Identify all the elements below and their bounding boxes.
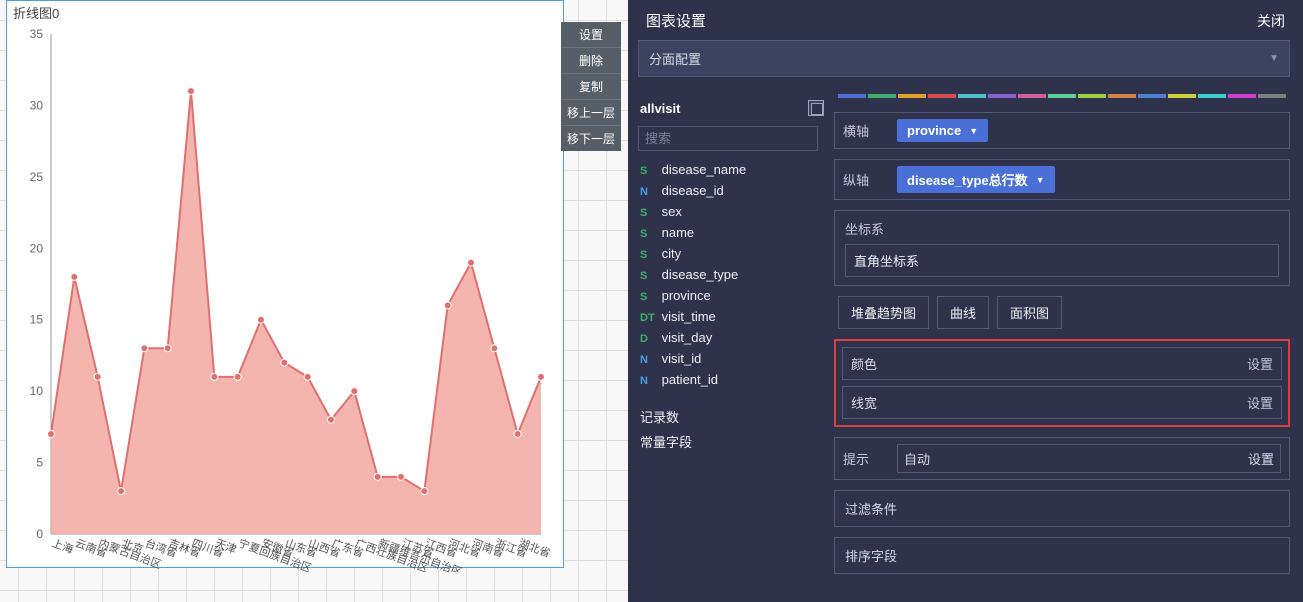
yaxis-pill[interactable]: disease_type总行数 ▼	[897, 166, 1055, 193]
chevron-down-icon: ▼	[1036, 175, 1045, 185]
facet-config-row[interactable]: 分面配置 ▼	[638, 40, 1290, 77]
svg-text:20: 20	[30, 241, 44, 255]
context-menu-item[interactable]: 复制	[561, 74, 621, 100]
coord-label: 坐标系	[845, 219, 1279, 238]
context-menu-item[interactable]: 删除	[561, 48, 621, 74]
field-search-box[interactable]	[638, 126, 818, 151]
svg-text:35: 35	[30, 27, 44, 41]
field-item[interactable]: N visit_id	[638, 348, 826, 369]
chart-type-row: 堆叠趋势图曲线面积图	[834, 296, 1290, 329]
context-menu: 设置删除复制移上一层移下一层	[561, 22, 621, 151]
close-button[interactable]: 关闭	[1257, 11, 1285, 31]
meta-list: 记录数常量字段	[638, 404, 826, 454]
field-list: S disease_nameN disease_idS sexS nameS c…	[638, 159, 826, 390]
right-column: 横轴 province ▼ 纵轴 disease_type总行数 ▼ 坐标系 直…	[834, 94, 1290, 574]
linewidth-set-button[interactable]: 设置	[1247, 393, 1273, 412]
canvas-area: 折线图0 05101520253035上海云南省内蒙古自治区北京台湾省吉林省四川…	[0, 0, 628, 602]
search-input[interactable]	[645, 131, 811, 146]
svg-text:30: 30	[30, 98, 44, 112]
field-item[interactable]: DT visit_time	[638, 306, 826, 327]
field-item[interactable]: N patient_id	[638, 369, 826, 390]
sort-block[interactable]: 排序字段	[834, 537, 1290, 574]
color-row[interactable]: 颜色 设置	[842, 347, 1282, 380]
chart-type-button[interactable]: 曲线	[937, 296, 989, 329]
xaxis-pill[interactable]: province ▼	[897, 119, 988, 142]
chart-type-button[interactable]: 面积图	[997, 296, 1062, 329]
sort-label: 排序字段	[845, 546, 1279, 565]
xaxis-row: 横轴 province ▼	[834, 112, 1290, 149]
chart-title: 折线图0	[7, 1, 563, 24]
field-item[interactable]: S disease_name	[638, 159, 826, 180]
tooltip-value-box[interactable]: 自动 设置	[897, 444, 1281, 473]
svg-text:上海: 上海	[50, 536, 75, 557]
yaxis-label: 纵轴	[843, 170, 887, 189]
coord-value[interactable]: 直角坐标系	[845, 244, 1279, 277]
context-menu-item[interactable]: 移下一层	[561, 126, 621, 151]
tooltip-set-button[interactable]: 设置	[1248, 449, 1274, 468]
meta-item[interactable]: 记录数	[638, 404, 826, 429]
coord-block: 坐标系 直角坐标系	[834, 210, 1290, 286]
xaxis-value: province	[907, 123, 961, 138]
left-column: 分面配置 ▼ allvisit S disease_nameN disease_…	[638, 40, 826, 454]
yaxis-row: 纵轴 disease_type总行数 ▼	[834, 159, 1290, 200]
field-item[interactable]: S name	[638, 222, 826, 243]
context-menu-item[interactable]: 设置	[561, 22, 621, 48]
field-item[interactable]: D visit_day	[638, 327, 826, 348]
svg-text:0: 0	[36, 527, 43, 541]
datasource-header: allvisit	[638, 94, 826, 122]
color-label: 颜色	[851, 354, 877, 373]
chevron-down-icon: ▼	[1269, 53, 1279, 64]
settings-panel: 图表设置 关闭 分面配置 ▼ allvisit S disease_nameN …	[628, 0, 1303, 602]
tooltip-row: 提示 自动 设置	[834, 437, 1290, 480]
filter-block[interactable]: 过滤条件	[834, 490, 1290, 527]
svg-text:5: 5	[36, 456, 43, 470]
highlighted-group: 颜色 设置 线宽 设置	[834, 339, 1290, 427]
tooltip-label: 提示	[843, 449, 887, 468]
yaxis-value: disease_type总行数	[907, 170, 1028, 189]
svg-text:25: 25	[30, 170, 44, 184]
field-item[interactable]: S sex	[638, 201, 826, 222]
panel-title: 图表设置	[646, 10, 706, 31]
linewidth-row[interactable]: 线宽 设置	[842, 386, 1282, 419]
svg-text:15: 15	[30, 313, 44, 327]
meta-item[interactable]: 常量字段	[638, 429, 826, 454]
field-item[interactable]: S disease_type	[638, 264, 826, 285]
chart-container[interactable]: 折线图0 05101520253035上海云南省内蒙古自治区北京台湾省吉林省四川…	[6, 0, 564, 568]
facet-label: 分面配置	[649, 49, 701, 68]
field-item[interactable]: N disease_id	[638, 180, 826, 201]
linewidth-label: 线宽	[851, 393, 877, 412]
field-item[interactable]: S province	[638, 285, 826, 306]
field-item[interactable]: S city	[638, 243, 826, 264]
color-set-button[interactable]: 设置	[1247, 354, 1273, 373]
chart-type-button[interactable]: 堆叠趋势图	[838, 296, 929, 329]
datasource-name: allvisit	[640, 101, 680, 116]
context-menu-item[interactable]: 移上一层	[561, 100, 621, 126]
panel-header: 图表设置 关闭	[628, 0, 1303, 41]
filter-label: 过滤条件	[845, 499, 1279, 518]
chevron-down-icon: ▼	[969, 126, 978, 136]
xaxis-label: 横轴	[843, 121, 887, 140]
svg-text:10: 10	[30, 384, 44, 398]
tooltip-value: 自动	[904, 449, 930, 468]
color-palette-strip[interactable]	[834, 94, 1290, 102]
copy-icon[interactable]	[808, 100, 824, 116]
line-chart: 05101520253035上海云南省内蒙古自治区北京台湾省吉林省四川省天津宁夏…	[7, 24, 563, 572]
